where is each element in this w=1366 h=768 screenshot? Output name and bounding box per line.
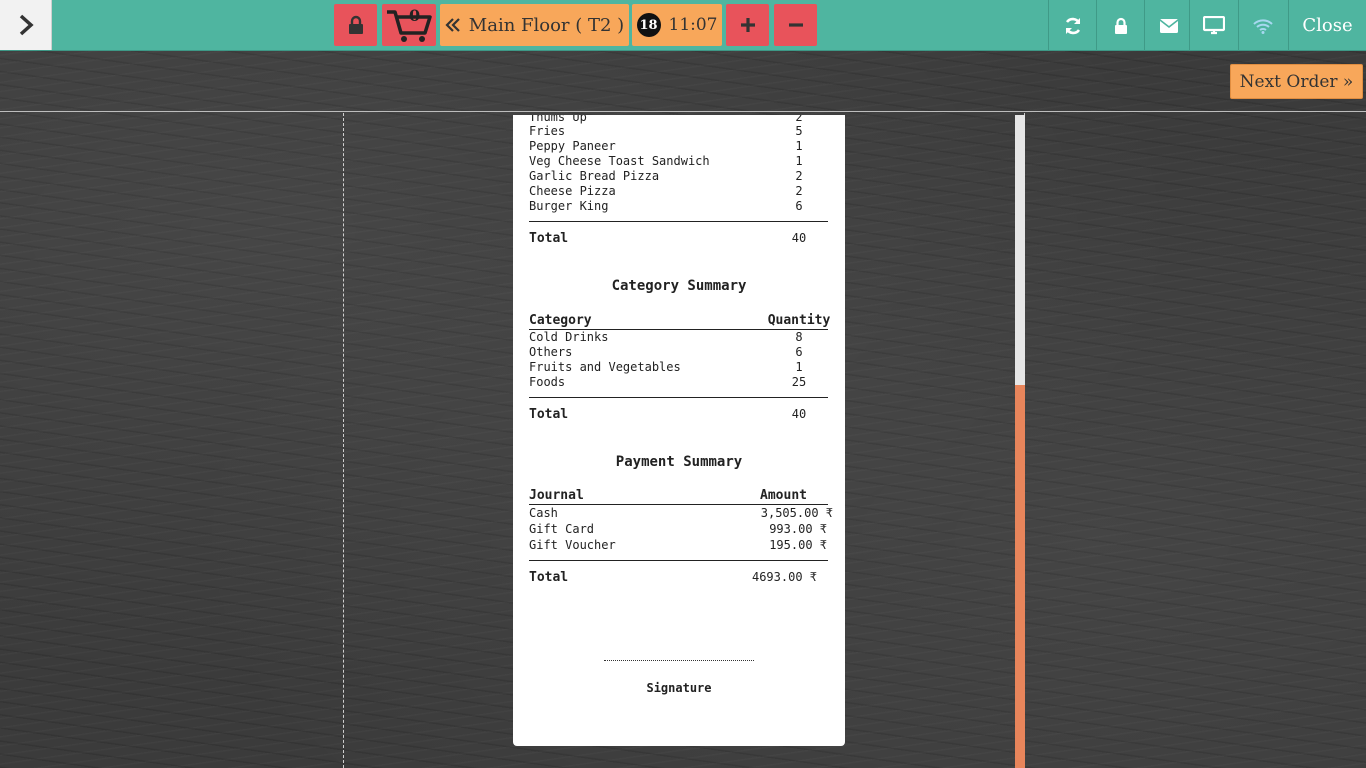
payment-row: Cash 3,505.00 ₹ xyxy=(529,506,833,520)
remove-order-button[interactable] xyxy=(774,4,817,46)
cart-button[interactable]: 0 xyxy=(382,4,436,46)
envelope-icon xyxy=(1159,18,1178,33)
lock-icon xyxy=(348,15,363,34)
product-row: Cheese Pizza 2 xyxy=(529,184,803,198)
lock-screen-button[interactable] xyxy=(1096,0,1144,51)
signature-label: Signature xyxy=(646,681,712,695)
divider xyxy=(343,113,344,768)
receipt-scrollbar[interactable] xyxy=(1015,115,1025,768)
display-button[interactable] xyxy=(1189,0,1237,51)
category-row: Others 6 xyxy=(529,345,803,359)
close-button[interactable]: Close xyxy=(1288,0,1366,51)
order-time-button[interactable]: 18 11:07 xyxy=(632,4,722,46)
minus-icon xyxy=(788,23,803,27)
category-row: Cold Drinks 8 xyxy=(529,330,803,344)
order-count-badge: 18 xyxy=(636,13,661,37)
divider xyxy=(529,504,828,505)
sales-receipt: Thums Up 2 Fries 5 Peppy Paneer 1 Veg Ch… xyxy=(513,115,845,746)
payment-total-row: Total 4693.00 ₹ xyxy=(529,570,817,585)
payment-summary-title: Payment Summary xyxy=(615,454,743,470)
double-chevron-left-icon xyxy=(445,18,460,32)
order-time: 11:07 xyxy=(668,15,718,35)
divider xyxy=(529,221,828,222)
divider xyxy=(529,397,828,398)
category-row: Fruits and Vegetables 1 xyxy=(529,360,803,374)
wifi-status xyxy=(1238,0,1286,51)
sidebar-toggle-button[interactable] xyxy=(0,0,52,50)
floor-selector-button[interactable]: Main Floor ( T2 ) xyxy=(440,4,629,46)
lock-icon xyxy=(1114,17,1127,34)
payment-row: Gift Voucher 195.00 ₹ xyxy=(529,538,827,552)
plus-icon xyxy=(740,18,755,32)
signature-line xyxy=(604,660,754,661)
product-row: Veg Cheese Toast Sandwich 1 xyxy=(529,154,803,168)
refresh-icon xyxy=(1065,17,1080,34)
product-row: Peppy Paneer 1 xyxy=(529,139,803,153)
floor-label: Main Floor ( T2 ) xyxy=(468,14,625,36)
product-row: Fries 5 xyxy=(529,124,803,138)
wifi-icon xyxy=(1252,18,1273,34)
payment-row: Gift Card 993.00 ₹ xyxy=(529,522,827,536)
cart-count: 0 xyxy=(409,6,421,25)
refresh-button[interactable] xyxy=(1048,0,1096,51)
chevron-right-icon xyxy=(19,14,34,36)
products-total-row: Total 40 xyxy=(529,231,807,246)
category-total-row: Total 40 xyxy=(529,407,807,422)
payment-header-row: Journal Amount xyxy=(529,488,807,503)
category-row: Foods 25 xyxy=(529,375,807,389)
product-row: Garlic Bread Pizza 2 xyxy=(529,169,803,183)
divider xyxy=(0,111,1366,112)
divider xyxy=(529,560,828,561)
category-header-row: Category Quantity xyxy=(529,313,831,328)
top-bar: 0 Main Floor ( T2 ) 18 11:07 Close xyxy=(0,0,1366,51)
monitor-icon xyxy=(1202,15,1225,34)
add-order-button[interactable] xyxy=(726,4,769,46)
next-order-button[interactable]: Next Order » xyxy=(1230,64,1363,99)
category-summary-title: Category Summary xyxy=(611,278,747,294)
messages-button[interactable] xyxy=(1144,0,1192,51)
scrollbar-thumb[interactable] xyxy=(1015,385,1025,768)
product-row: Burger King 6 xyxy=(529,199,803,213)
lock-order-button[interactable] xyxy=(334,4,377,46)
